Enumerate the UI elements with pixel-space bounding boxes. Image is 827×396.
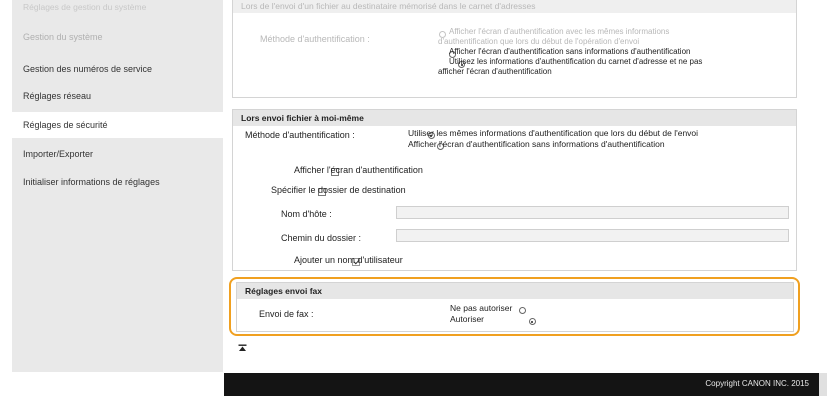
fax-deny-label: Ne pas autoriser [450, 303, 513, 313]
addressbook-auth-option1-line2: d'authentification que lors du début de … [438, 37, 640, 46]
addressbook-auth-option3-line2: afficher l'écran d'authentification [438, 67, 552, 76]
specify-folder-label: Spécifier le dossier de destination [271, 185, 406, 195]
fax-allow-label: Autoriser [450, 314, 485, 324]
hostname-input[interactable] [396, 206, 789, 219]
show-auth-screen-label: Afficher l'écran d'authentification [294, 165, 423, 175]
window-edge-scrollbar[interactable] [819, 373, 827, 396]
folder-path-label: Chemin du dossier : [281, 233, 362, 243]
sidebar-item-import-export[interactable]: Importer/Exporter [12, 141, 223, 167]
addressbook-section-title: Lors de l'envoi d'un fichier au destinat… [233, 0, 796, 13]
sidebar-item-network-settings[interactable]: Réglages réseau [12, 83, 223, 109]
self-send-auth-option2-label: Afficher l'écran d'authentification sans… [408, 139, 665, 149]
sidebar-item-initialize-settings[interactable]: Initialiser informations de réglages [12, 169, 223, 195]
sidebar-item-department-id-management[interactable]: Gestion des numéros de service [12, 56, 223, 82]
fax-highlight-frame [229, 277, 800, 336]
fax-send-label: Envoi de fax : [259, 309, 314, 319]
self-send-auth-option1-label: Utiliser les mêmes informations d'authen… [408, 128, 699, 138]
sidebar-item-system-management[interactable]: Gestion du système [12, 24, 223, 50]
add-username-label: Ajouter un nom d'utilisateur [294, 255, 403, 265]
fax-allow-radio[interactable] [528, 318, 536, 326]
addressbook-auth-label: Méthode d'authentification : [260, 34, 370, 44]
footer: Copyright CANON INC. 2015 [224, 373, 819, 396]
scroll-to-top-icon[interactable] [238, 344, 247, 355]
sidebar: Réglages de gestion du système Gestion d… [12, 0, 223, 372]
copyright-text: Copyright CANON INC. 2015 [705, 379, 809, 388]
addressbook-auth-option2-line1: Afficher l'écran d'authentification sans… [449, 47, 691, 56]
self-send-auth-label: Méthode d'authentification : [245, 130, 355, 140]
addressbook-auth-option1-line1: Afficher l'écran d'authentification avec… [449, 27, 670, 36]
hostname-label: Nom d'hôte : [281, 209, 332, 219]
folder-path-input[interactable] [396, 229, 789, 242]
sidebar-item-security-settings[interactable]: Réglages de sécurité [12, 112, 223, 138]
sidebar-header: Réglages de gestion du système [23, 2, 147, 12]
addressbook-auth-option3-line1: Utilisez les informations d'authentifica… [449, 57, 703, 66]
self-send-section-title: Lors envoi fichier à moi-même [233, 110, 796, 126]
